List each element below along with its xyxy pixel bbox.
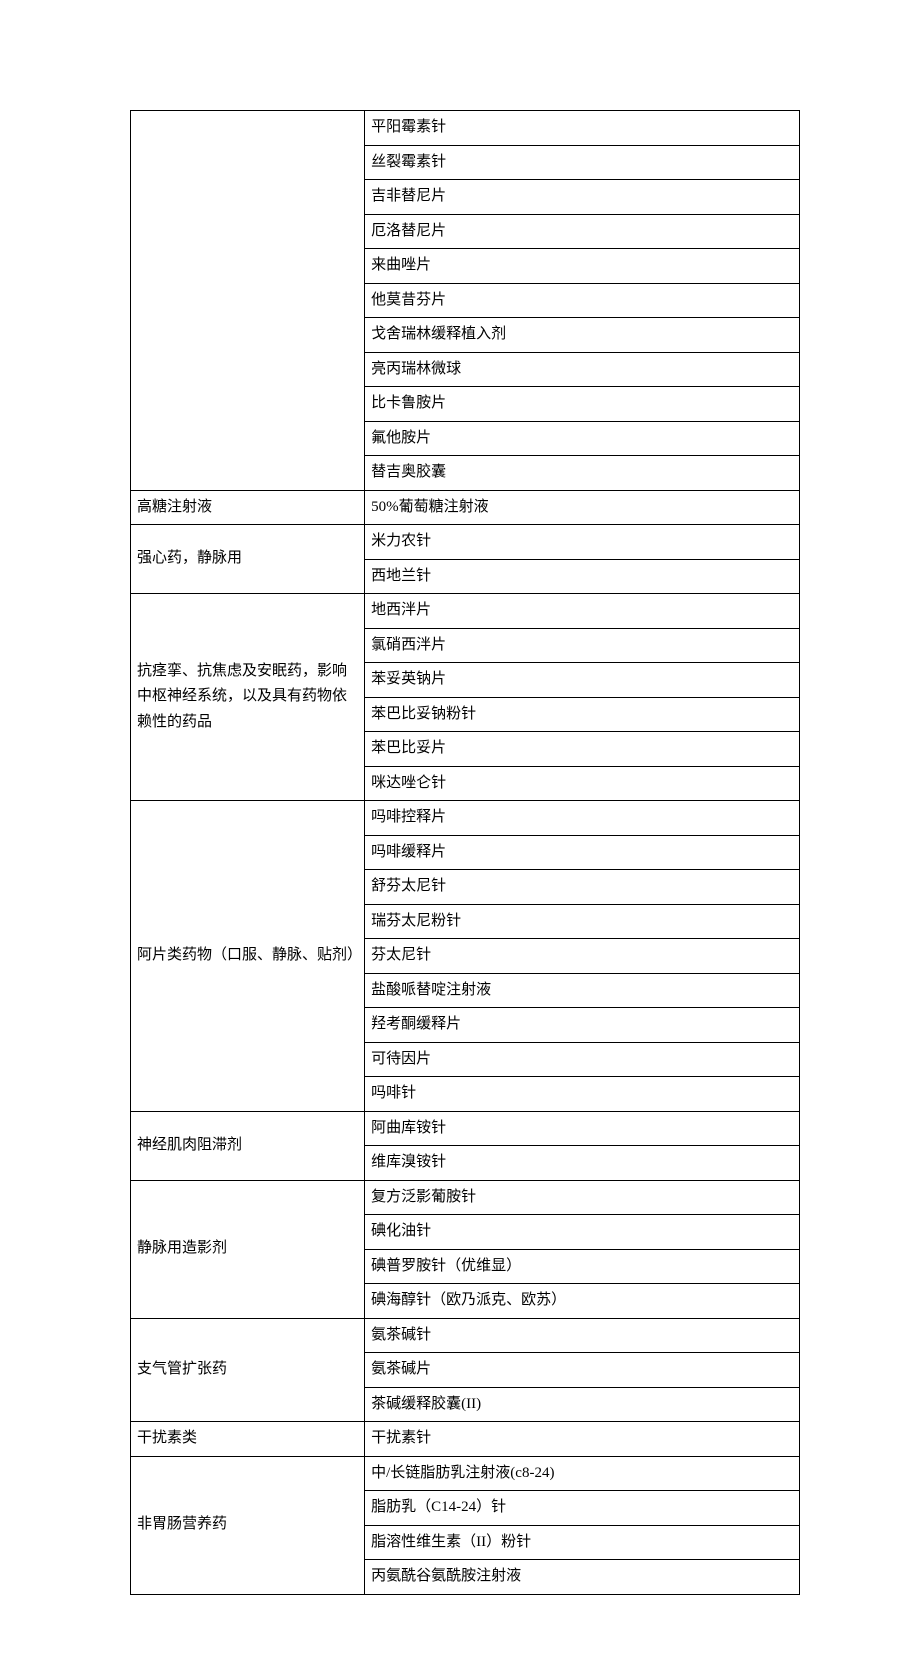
category-cell: 抗痉挛、抗焦虑及安眠药，影响中枢神经系统，以及具有药物依赖性的药品 [131, 594, 365, 801]
item-cell: 比卡鲁胺片 [365, 387, 800, 422]
item-cell: 丝裂霉素针 [365, 145, 800, 180]
table-row: 支气管扩张药氨茶碱针 [131, 1318, 800, 1353]
item-cell: 中/长链脂肪乳注射液(c8-24) [365, 1456, 800, 1491]
item-cell: 脂肪乳（C14-24）针 [365, 1491, 800, 1526]
item-cell: 阿曲库铵针 [365, 1111, 800, 1146]
category-cell: 高糖注射液 [131, 490, 365, 525]
item-cell: 吉非替尼片 [365, 180, 800, 215]
table-row: 高糖注射液50%葡萄糖注射液 [131, 490, 800, 525]
item-cell: 芬太尼针 [365, 939, 800, 974]
category-cell: 支气管扩张药 [131, 1318, 365, 1422]
item-cell: 米力农针 [365, 525, 800, 560]
category-cell: 非胃肠营养药 [131, 1456, 365, 1594]
category-cell: 强心药，静脉用 [131, 525, 365, 594]
category-cell: 干扰素类 [131, 1422, 365, 1457]
drug-category-table: 平阳霉素针丝裂霉素针吉非替尼片厄洛替尼片来曲唑片他莫昔芬片戈舍瑞林缓释植入剂亮丙… [130, 110, 800, 1595]
item-cell: 氨茶碱针 [365, 1318, 800, 1353]
item-cell: 碘化油针 [365, 1215, 800, 1250]
item-cell: 替吉奥胶囊 [365, 456, 800, 491]
item-cell: 50%葡萄糖注射液 [365, 490, 800, 525]
item-cell: 厄洛替尼片 [365, 214, 800, 249]
item-cell: 复方泛影葡胺针 [365, 1180, 800, 1215]
table-row: 强心药，静脉用米力农针 [131, 525, 800, 560]
item-cell: 咪达唑仑针 [365, 766, 800, 801]
category-cell: 神经肌肉阻滞剂 [131, 1111, 365, 1180]
item-cell: 西地兰针 [365, 559, 800, 594]
item-cell: 氨茶碱片 [365, 1353, 800, 1388]
table-row: 抗痉挛、抗焦虑及安眠药，影响中枢神经系统，以及具有药物依赖性的药品地西泮片 [131, 594, 800, 629]
item-cell: 来曲唑片 [365, 249, 800, 284]
item-cell: 苯妥英钠片 [365, 663, 800, 698]
item-cell: 羟考酮缓释片 [365, 1008, 800, 1043]
item-cell: 吗啡针 [365, 1077, 800, 1112]
category-cell: 阿片类药物（口服、静脉、贴剂） [131, 801, 365, 1112]
item-cell: 干扰素针 [365, 1422, 800, 1457]
item-cell: 可待因片 [365, 1042, 800, 1077]
item-cell: 氟他胺片 [365, 421, 800, 456]
item-cell: 丙氨酰谷氨酰胺注射液 [365, 1560, 800, 1595]
item-cell: 他莫昔芬片 [365, 283, 800, 318]
item-cell: 氯硝西泮片 [365, 628, 800, 663]
item-cell: 脂溶性维生素（II）粉针 [365, 1525, 800, 1560]
item-cell: 苯巴比妥片 [365, 732, 800, 767]
item-cell: 碘海醇针（欧乃派克、欧苏） [365, 1284, 800, 1319]
item-cell: 盐酸哌替啶注射液 [365, 973, 800, 1008]
item-cell: 戈舍瑞林缓释植入剂 [365, 318, 800, 353]
item-cell: 吗啡缓释片 [365, 835, 800, 870]
table-row: 神经肌肉阻滞剂阿曲库铵针 [131, 1111, 800, 1146]
category-cell [131, 111, 365, 491]
item-cell: 苯巴比妥钠粉针 [365, 697, 800, 732]
item-cell: 亮丙瑞林微球 [365, 352, 800, 387]
item-cell: 平阳霉素针 [365, 111, 800, 146]
table-row: 干扰素类干扰素针 [131, 1422, 800, 1457]
item-cell: 吗啡控释片 [365, 801, 800, 836]
item-cell: 舒芬太尼针 [365, 870, 800, 905]
item-cell: 碘普罗胺针（优维显） [365, 1249, 800, 1284]
table-row: 静脉用造影剂复方泛影葡胺针 [131, 1180, 800, 1215]
item-cell: 维库溴铵针 [365, 1146, 800, 1181]
item-cell: 茶碱缓释胶囊(II) [365, 1387, 800, 1422]
table-row: 非胃肠营养药中/长链脂肪乳注射液(c8-24) [131, 1456, 800, 1491]
category-cell: 静脉用造影剂 [131, 1180, 365, 1318]
table-row: 平阳霉素针 [131, 111, 800, 146]
item-cell: 瑞芬太尼粉针 [365, 904, 800, 939]
table-row: 阿片类药物（口服、静脉、贴剂）吗啡控释片 [131, 801, 800, 836]
item-cell: 地西泮片 [365, 594, 800, 629]
